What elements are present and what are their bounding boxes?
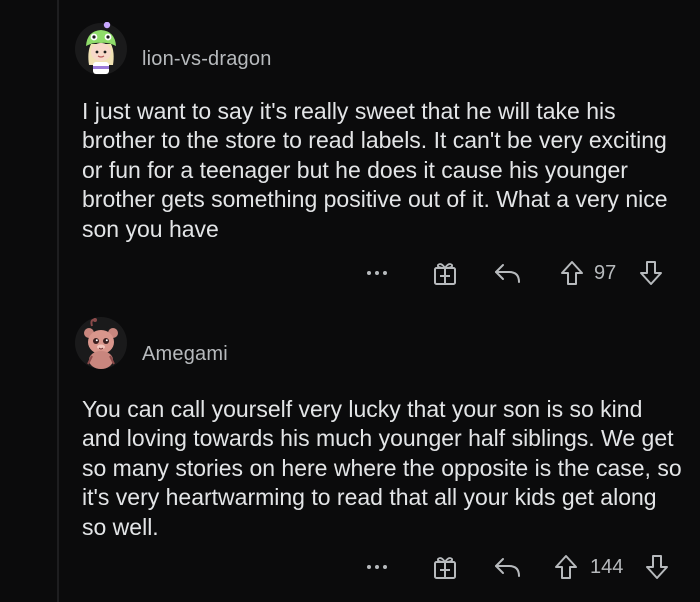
upvote-button[interactable]: [552, 550, 580, 584]
snoo-avatar-green-hat-icon: [75, 22, 127, 75]
vote-score: 144: [590, 555, 624, 578]
reply-button[interactable]: [493, 550, 523, 584]
award-button[interactable]: [430, 256, 460, 290]
comment-actions: 144: [0, 550, 700, 584]
downvote-button[interactable]: [643, 550, 671, 584]
more-options-icon: [367, 565, 387, 569]
award-gift-icon: [434, 557, 456, 579]
downvote-arrow-icon: [640, 261, 662, 285]
more-options-button[interactable]: [362, 550, 392, 584]
snoo-avatar-pink-bear-icon: [75, 317, 127, 369]
username[interactable]: lion-vs-dragon: [142, 48, 272, 71]
downvote-arrow-icon: [646, 555, 668, 579]
comment-body: I just want to say it's really sweet tha…: [82, 98, 668, 242]
comment-actions: 97: [0, 256, 700, 290]
user-avatar[interactable]: [74, 316, 128, 370]
reply-button[interactable]: [493, 256, 523, 290]
upvote-arrow-icon: [561, 261, 583, 285]
more-options-button[interactable]: [362, 256, 392, 290]
upvote-button[interactable]: [558, 256, 586, 290]
award-gift-icon: [434, 263, 456, 285]
comment-body: You can call yourself very lucky that yo…: [82, 396, 682, 540]
reply-arrow-icon: [495, 264, 520, 283]
user-avatar[interactable]: [74, 22, 128, 76]
username[interactable]: Amegami: [142, 343, 228, 366]
vote-score: 97: [594, 261, 617, 284]
downvote-button[interactable]: [637, 256, 665, 290]
award-button[interactable]: [430, 550, 460, 584]
reply-arrow-icon: [495, 558, 520, 577]
upvote-arrow-icon: [555, 555, 577, 579]
more-options-icon: [367, 271, 387, 275]
thread-line: [57, 0, 59, 602]
